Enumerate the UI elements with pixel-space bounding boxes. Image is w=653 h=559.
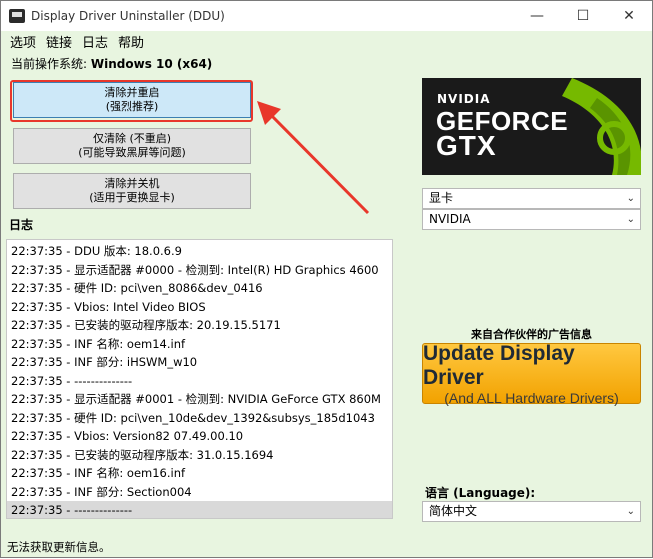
gpu-banner: NVIDIA GEFORCE GTX [422,78,641,175]
maximize-button[interactable]: ☐ [560,1,606,31]
close-button[interactable]: ✕ [606,1,652,31]
clean-and-shutdown-label: 清除并关机 [104,177,160,190]
log-row[interactable]: 22:37:35 - INF 部分: Section004 [7,483,392,502]
clean-no-restart-label: 仅清除 (不重启) [92,132,172,145]
menu-bar: 选项 链接 日志 帮助 [1,31,652,51]
nvidia-brand: NVIDIA [437,92,491,106]
language-select[interactable]: 简体中文 ⌄ [422,501,641,522]
log-row[interactable]: 22:37:35 - INF 名称: oem16.inf [7,464,392,483]
ad-title: Update Display Driver [423,341,575,389]
clean-and-shutdown-note: (适用于更换显卡) [89,191,175,204]
log-row[interactable]: 22:37:35 - 已安装的驱动程序版本: 31.0.15.1694 [7,446,392,465]
ad-caption: 来自合作伙伴的广告信息 [471,328,592,341]
title-bar: Display Driver Uninstaller (DDU) — ☐ ✕ [1,1,652,31]
window-title: Display Driver Uninstaller (DDU) [31,9,225,23]
minimize-button[interactable]: — [514,1,560,31]
os-info: 当前操作系统: Windows 10 (x64) [11,55,212,72]
device-type-value: 显卡 [429,191,454,205]
app-icon [9,9,25,23]
device-type-select[interactable]: 显卡 ⌄ [422,188,641,209]
clean-no-restart-button[interactable]: 仅清除 (不重启) (可能导致黑屏等问题) [13,128,251,164]
log-row[interactable]: 22:37:35 - 已安装的驱动程序版本: 20.19.15.5171 [7,316,392,335]
os-value: Windows 10 (x64) [90,57,213,71]
language-label: 语言 (Language): [425,486,536,500]
menu-options[interactable]: 选项 [5,32,41,51]
log-list[interactable]: 22:37:35 - DDU 版本: 18.0.6.9 22:37:35 - 显示… [6,239,393,519]
log-row[interactable]: 22:37:35 - DDU 版本: 18.0.6.9 [7,242,392,261]
clean-and-restart-note: (强烈推荐) [105,100,159,113]
chevron-down-icon: ⌄ [626,214,635,225]
clean-and-shutdown-button[interactable]: 清除并关机 (适用于更换显卡) [13,173,251,209]
menu-links[interactable]: 链接 [41,32,77,51]
update-driver-ad-button[interactable]: Update Display Driver (And ALL Hardware … [422,341,641,406]
status-text: 无法获取更新信息。 [7,540,111,554]
language-value: 简体中文 [429,504,478,518]
log-label: 日志 [9,218,34,232]
log-row[interactable]: 22:37:35 - 硬件 ID: pci\ven_10de&dev_1392&… [7,409,392,428]
menu-log[interactable]: 日志 [77,32,113,51]
clean-no-restart-note: (可能导致黑屏等问题) [78,146,186,159]
ad-subtitle: (And ALL Hardware Drivers) [444,389,619,406]
os-label: 当前操作系统: [11,57,88,71]
ddu-window: Display Driver Uninstaller (DDU) — ☐ ✕ 选… [0,0,653,558]
log-row[interactable]: 22:37:35 - 硬件 ID: pci\ven_8086&dev_0416 [7,279,392,298]
vendor-value: NVIDIA [429,212,471,226]
log-row[interactable]: 22:37:35 - 显示适配器 #0001 - 检测到: NVIDIA GeF… [7,390,392,409]
log-row[interactable]: 22:37:35 - Vbios: Intel Video BIOS [7,298,392,317]
window-controls: — ☐ ✕ [514,1,652,31]
chevron-down-icon: ⌄ [626,506,635,517]
log-row[interactable]: 22:37:35 - INF 部分: iHSWM_w10 [7,353,392,372]
log-row[interactable]: 22:37:35 - Vbios: Version82 07.49.00.10 [7,427,392,446]
clean-and-restart-label: 清除并重启 [104,86,160,99]
menu-help[interactable]: 帮助 [113,32,149,51]
clean-and-restart-button[interactable]: 清除并重启 (强烈推荐) [13,82,251,118]
gtx-text: GTX [436,130,497,161]
log-row[interactable]: 22:37:35 - 显示适配器 #0000 - 检测到: Intel(R) H… [7,261,392,280]
log-row[interactable]: 22:37:35 - INF 名称: oem14.inf [7,335,392,354]
vendor-select[interactable]: NVIDIA ⌄ [422,209,641,230]
log-row[interactable]: 22:37:35 - -------------- [7,372,392,391]
chevron-down-icon: ⌄ [626,193,635,204]
log-row[interactable]: 22:37:35 - -------------- [7,501,392,518]
